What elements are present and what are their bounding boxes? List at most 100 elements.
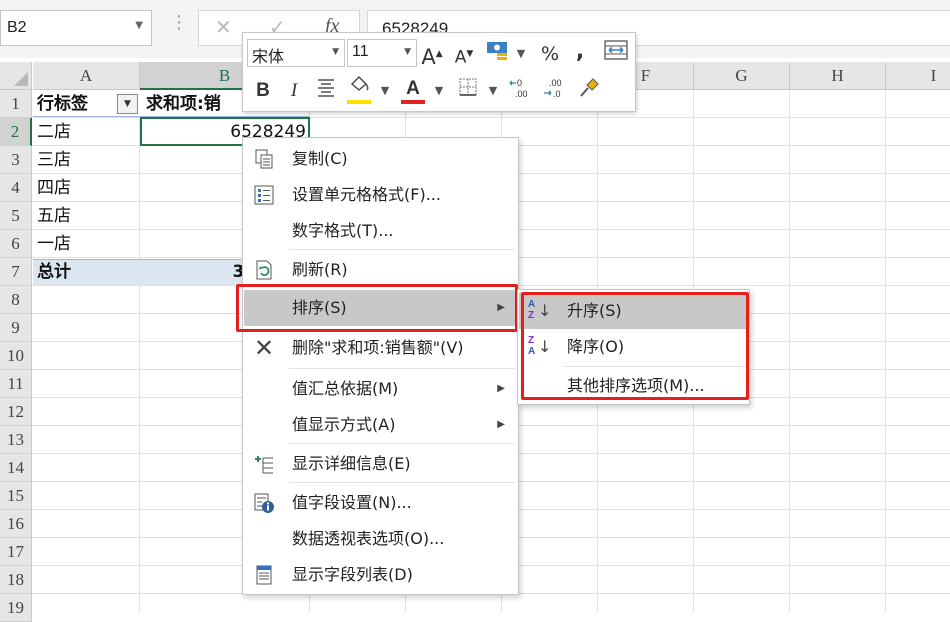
bold-icon[interactable]: B (251, 76, 275, 106)
pivot-row-label-header[interactable]: 行标签 (37, 90, 117, 118)
name-box[interactable]: B2 ▼ (0, 10, 152, 46)
grow-font-icon[interactable]: A▲ (421, 39, 443, 69)
chevron-down-icon[interactable]: ▼ (487, 76, 499, 106)
menu-item-field-list[interactable]: 显示字段列表(D) (244, 557, 517, 593)
row-header-18[interactable]: 18 (0, 566, 32, 594)
font-name-value: 宋体 (252, 47, 285, 66)
svg-text:.00: .00 (549, 78, 562, 88)
menu-item-label: 显示详细信息(E) (292, 454, 411, 473)
menu-item-remove-field[interactable]: ✕ 删除"求和项:销售额"(V) (244, 330, 517, 366)
svg-text:.0: .0 (553, 89, 561, 99)
formula-bar-grip-icon[interactable]: ⋮ (170, 13, 188, 33)
name-box-value: B2 (7, 19, 27, 36)
pivot-row-label[interactable]: 四店 (37, 174, 137, 202)
cancel-icon[interactable]: ✕ (215, 15, 232, 39)
submenu-arrow-icon: ▶ (497, 419, 505, 430)
menu-item-number-format[interactable]: 数字格式(T)... (244, 213, 517, 249)
row-header-6[interactable]: 6 (0, 230, 32, 258)
refresh-icon (252, 259, 276, 281)
menu-item-show-values-as[interactable]: 值显示方式(A) ▶ (244, 407, 517, 443)
row-header-10[interactable]: 10 (0, 342, 32, 370)
row-header-8[interactable]: 8 (0, 286, 32, 314)
menu-item-format-cells[interactable]: 设置单元格格式(F)... (244, 177, 517, 213)
chevron-down-icon: ▼ (404, 47, 411, 57)
chevron-down-icon[interactable]: ▼ (433, 76, 445, 106)
format-cells-icon (252, 184, 276, 206)
pivot-row-label[interactable]: 一店 (37, 230, 137, 258)
shrink-font-letter: A (454, 47, 467, 68)
menu-item-value-field-settings[interactable]: 值字段设置(N)... (244, 485, 517, 521)
row-header-12[interactable]: 12 (0, 398, 32, 426)
select-all-corner[interactable] (0, 62, 32, 90)
percent-style-icon[interactable]: % (537, 39, 563, 69)
column-header-g[interactable]: G (694, 62, 790, 90)
menu-item-label: 刷新(R) (292, 260, 348, 279)
chevron-down-icon: ▼ (332, 47, 339, 57)
font-size-value: 11 (352, 43, 369, 60)
fill-color-swatch (347, 100, 371, 104)
menu-item-copy[interactable]: 复制(C) (244, 141, 517, 177)
italic-icon[interactable]: I (283, 76, 305, 106)
row-header-13[interactable]: 13 (0, 426, 32, 454)
submenu-arrow-icon: ▶ (497, 383, 505, 394)
menu-item-refresh[interactable]: 刷新(R) (244, 252, 517, 288)
filter-dropdown-icon[interactable]: ▼ (117, 94, 138, 114)
font-name-select[interactable]: 宋体 ▼ (247, 39, 345, 67)
field-list-icon (252, 564, 276, 586)
row-header-9[interactable]: 9 (0, 314, 32, 342)
row-header-19[interactable]: 19 (0, 594, 32, 622)
field-settings-icon (252, 492, 276, 514)
decrease-decimal-icon[interactable]: .00.0 (541, 76, 571, 106)
pivot-row-label[interactable]: 三店 (37, 146, 137, 174)
svg-text:.00: .00 (515, 89, 528, 99)
menu-item-show-details[interactable]: 显示详细信息(E) (244, 446, 517, 482)
menu-item-label: 显示字段列表(D) (292, 565, 413, 584)
column-header-a[interactable]: A (33, 62, 140, 90)
menu-separator (289, 482, 515, 483)
pivot-row-label[interactable]: 二店 (37, 118, 137, 146)
wrap-format-icon[interactable] (601, 39, 631, 69)
mini-toolbar: 宋体 ▼ 11 ▼ A▲ A▼ ▼ % , B I ▼ A ▼ ▼ 0.00 .… (242, 32, 636, 112)
row-header-2[interactable]: 2 (0, 118, 32, 146)
align-center-icon[interactable] (313, 76, 339, 106)
menu-separator (289, 368, 515, 369)
increase-decimal-icon[interactable]: 0.00 (507, 76, 537, 106)
row-header-3[interactable]: 3 (0, 146, 32, 174)
format-painter-icon[interactable] (575, 76, 603, 106)
show-details-icon (252, 453, 276, 475)
chevron-down-icon[interactable]: ▼ (379, 76, 391, 106)
row-header-14[interactable]: 14 (0, 454, 32, 482)
borders-icon[interactable] (455, 76, 481, 106)
row-header-1[interactable]: 1 (0, 90, 32, 118)
row-header-11[interactable]: 11 (0, 370, 32, 398)
row-header-4[interactable]: 4 (0, 174, 32, 202)
sort-highlight-box (236, 284, 518, 332)
font-color-swatch (401, 100, 425, 104)
grow-font-letter: A (421, 45, 436, 69)
submenu-highlight-box (521, 292, 749, 400)
pivot-row-label[interactable]: 五店 (37, 202, 137, 230)
comma-style-icon[interactable]: , (571, 37, 589, 67)
row-header-17[interactable]: 17 (0, 538, 32, 566)
row-header-16[interactable]: 16 (0, 510, 32, 538)
menu-item-label: 值汇总依据(M) (292, 379, 399, 398)
delete-icon: ✕ (253, 334, 275, 362)
chevron-down-icon[interactable]: ▼ (515, 39, 527, 69)
column-header-i[interactable]: I (886, 62, 950, 90)
menu-item-pivot-options[interactable]: 数据透视表选项(O)... (244, 521, 517, 557)
menu-item-summarize-by[interactable]: 值汇总依据(M) ▶ (244, 371, 517, 407)
menu-item-label: 设置单元格格式(F)... (292, 185, 441, 204)
menu-item-label: 值显示方式(A) (292, 415, 396, 434)
row-header-15[interactable]: 15 (0, 482, 32, 510)
pivot-total-label[interactable]: 总计 (37, 258, 137, 286)
pivot-value-header[interactable]: 求和项:销 (146, 90, 256, 118)
chevron-down-icon[interactable]: ▼ (135, 20, 143, 31)
column-header-h[interactable]: H (790, 62, 886, 90)
row-header-5[interactable]: 5 (0, 202, 32, 230)
menu-item-label: 数字格式(T)... (292, 221, 394, 240)
shrink-font-icon[interactable]: A▼ (453, 39, 475, 69)
accounting-format-icon[interactable] (483, 39, 513, 69)
menu-item-label: 删除"求和项:销售额"(V) (292, 338, 464, 357)
font-size-select[interactable]: 11 ▼ (347, 39, 417, 67)
row-header-7[interactable]: 7 (0, 258, 32, 286)
